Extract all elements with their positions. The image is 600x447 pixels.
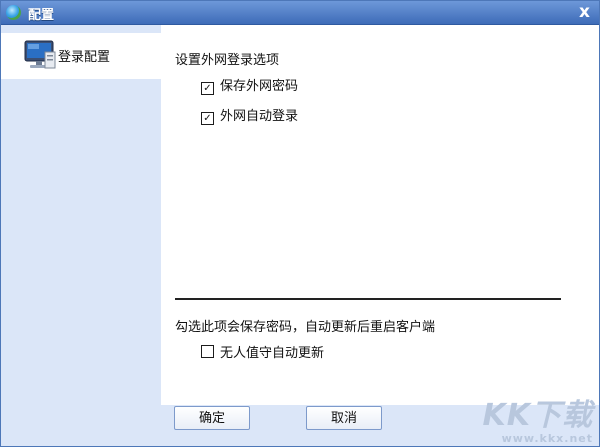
watermark-url: www.kkx.net bbox=[501, 432, 593, 445]
config-dialog: 配置 x 登录配置 设置外网登录选项 ✓ 保存外网密码 ✓ 外网自动登录 勾选此… bbox=[0, 0, 600, 447]
sidebar-item-label: 登录配置 bbox=[58, 50, 111, 65]
save-password-checkbox[interactable]: ✓ bbox=[201, 82, 214, 95]
ok-button[interactable]: 确定 bbox=[174, 406, 250, 430]
auto-login-option[interactable]: ✓ 外网自动登录 bbox=[201, 105, 298, 125]
section-title: 设置外网登录选项 bbox=[175, 53, 280, 68]
auto-update-option[interactable]: 无人值守自动更新 bbox=[201, 342, 324, 361]
save-password-label: 保存外网密码 bbox=[220, 79, 299, 94]
window-title: 配置 bbox=[28, 8, 55, 23]
auto-update-label: 无人值守自动更新 bbox=[220, 346, 325, 361]
close-icon[interactable]: x bbox=[579, 2, 590, 22]
auto-login-checkbox[interactable]: ✓ bbox=[201, 112, 214, 125]
sidebar-item-login-config[interactable]: 登录配置 bbox=[1, 33, 161, 79]
hint-text: 勾选此项会保存密码，自动更新后重启客户端 bbox=[175, 320, 436, 335]
save-password-option[interactable]: ✓ 保存外网密码 bbox=[201, 75, 298, 95]
divider bbox=[175, 298, 561, 300]
title-bar[interactable]: 配置 x bbox=[1, 1, 599, 25]
settings-panel: 设置外网登录选项 ✓ 保存外网密码 ✓ 外网自动登录 勾选此项会保存密码，自动更新后… bbox=[161, 25, 599, 405]
monitor-icon bbox=[24, 40, 56, 69]
globe-icon bbox=[6, 5, 21, 20]
cancel-button[interactable]: 取消 bbox=[306, 406, 382, 430]
sidebar: 登录配置 bbox=[1, 25, 161, 405]
watermark-logo: KK下载 www.kkx.net bbox=[482, 398, 594, 445]
auto-login-label: 外网自动登录 bbox=[220, 109, 299, 124]
watermark-brand: KK下载 bbox=[482, 398, 593, 433]
auto-update-checkbox[interactable] bbox=[201, 345, 214, 358]
